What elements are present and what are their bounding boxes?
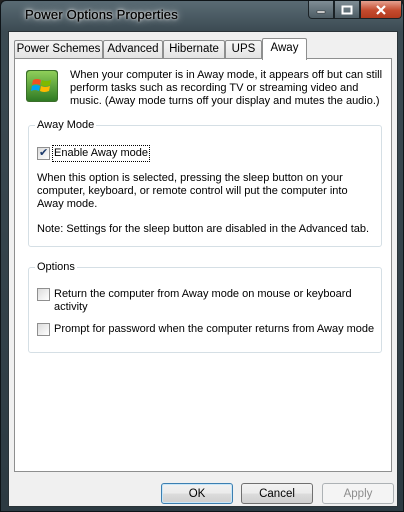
dialog-client-area: Power Schemes Advanced Hibernate UPS Awa…: [8, 31, 398, 507]
close-button[interactable]: [360, 1, 402, 19]
tab-power-schemes[interactable]: Power Schemes: [14, 40, 103, 58]
options-group: Options Return the computer from Away mo…: [28, 260, 382, 353]
away-tab-panel: When your computer is in Away mode, it a…: [14, 58, 392, 472]
away-mode-group: Away Mode Enable Away mode When this opt…: [28, 118, 382, 247]
enable-away-mode-checkbox[interactable]: [37, 146, 50, 160]
minimize-button[interactable]: [308, 1, 334, 19]
close-icon: [376, 4, 386, 15]
apply-button[interactable]: Apply: [322, 483, 394, 504]
cancel-button[interactable]: Cancel: [241, 483, 313, 504]
options-group-label: Options: [35, 260, 77, 274]
maximize-button[interactable]: [334, 1, 360, 19]
away-mode-description: When this option is selected, pressing t…: [37, 172, 348, 210]
tab-advanced[interactable]: Advanced: [103, 40, 163, 58]
prompt-password-checkbox[interactable]: [37, 323, 50, 336]
ok-button[interactable]: OK: [161, 483, 233, 504]
minimize-icon: [316, 10, 326, 13]
return-from-away-option[interactable]: Return the computer from Away mode on mo…: [37, 288, 367, 314]
window-title: Power Options Properties: [25, 7, 178, 22]
tab-ups[interactable]: UPS: [225, 40, 262, 58]
sleep-button-note: Note: Settings for the sleep button are …: [37, 223, 370, 235]
enable-away-mode-option[interactable]: Enable Away mode: [37, 145, 150, 162]
enable-away-mode-label[interactable]: Enable Away mode: [52, 145, 150, 162]
prompt-password-option[interactable]: Prompt for password when the computer re…: [37, 323, 377, 336]
windows-logo-icon: [26, 70, 58, 102]
return-from-away-checkbox[interactable]: [37, 288, 50, 301]
title-bar[interactable]: Power Options Properties: [1, 1, 403, 31]
power-options-window: Power Options Properties Power Schemes A…: [0, 0, 404, 512]
maximize-icon: [341, 5, 353, 14]
return-from-away-label[interactable]: Return the computer from Away mode on mo…: [54, 288, 367, 314]
intro-text: When your computer is in Away mode, it a…: [70, 69, 383, 107]
away-mode-group-label: Away Mode: [35, 118, 97, 132]
prompt-password-label[interactable]: Prompt for password when the computer re…: [54, 323, 374, 336]
tab-away[interactable]: Away: [262, 38, 307, 60]
tab-hibernate[interactable]: Hibernate: [163, 40, 225, 58]
